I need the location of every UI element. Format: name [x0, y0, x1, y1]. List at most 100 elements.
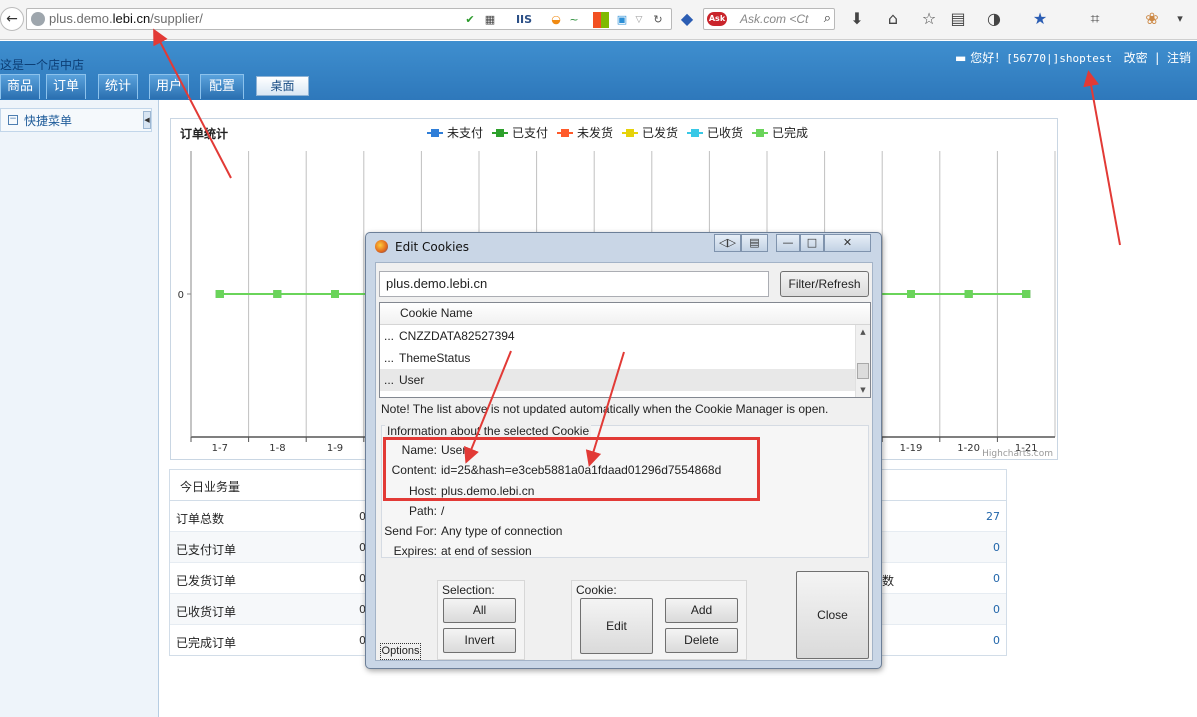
url-bar[interactable]: plus.demo.lebi.cn/supplier/ ✔ ▦ IIS ◒ ~ … [26, 8, 672, 30]
options-button[interactable]: Options [380, 643, 421, 660]
path-label: Path: [408, 504, 437, 518]
dropdown-icon[interactable]: ▽ [633, 12, 645, 28]
info-title: Information about the selected Cookie [385, 424, 592, 438]
back-arrow-icon[interactable]: ← [0, 7, 24, 31]
list-item[interactable]: ... CNZZDATA82527394 [380, 325, 856, 347]
firebug-icon[interactable]: ❀ [1142, 10, 1162, 28]
row-label: 已发货订单 [176, 574, 237, 588]
row-right-value[interactable]: 0 [993, 541, 1000, 554]
row-right-value[interactable]: 0 [993, 572, 1000, 585]
bookmark-star-icon[interactable]: ☆ [919, 10, 939, 28]
cookie-list: Cookie Name ... CNZZDATA82527394 ... Theme… [379, 302, 871, 398]
qrcode-icon[interactable]: ▦ [483, 12, 497, 28]
row-right-value[interactable]: 0 [993, 603, 1000, 616]
host-filter-input[interactable]: plus.demo.lebi.cn [379, 271, 769, 297]
tab-orders[interactable]: 订单 [46, 74, 86, 99]
search-box[interactable]: Ask Ask.com <Ct ⌕ [703, 8, 835, 30]
scroll-up-icon[interactable]: ▲ [856, 325, 870, 339]
weibo-icon[interactable]: IIS [504, 12, 544, 28]
tab-config[interactable]: 配置 [200, 74, 244, 99]
close-button[interactable]: Close [796, 571, 869, 659]
user-greeting: ▬ 您好！[56770|]shoptest 改密 | 注销 [955, 49, 1191, 66]
cookie-list-header[interactable]: Cookie Name [380, 303, 870, 325]
favorites-icon[interactable]: ★ [1030, 10, 1050, 28]
maximize-icon[interactable]: □ [800, 234, 824, 252]
sidebar: − 快捷菜单 ◀ [0, 100, 159, 717]
refresh-icon[interactable]: ↻ [651, 12, 665, 28]
close-icon[interactable]: ✕ [824, 234, 871, 252]
filter-refresh-button[interactable]: Filter/Refresh [780, 271, 869, 297]
browser-toolbar: ← plus.demo.lebi.cn/supplier/ ✔ ▦ IIS ◒ … [0, 0, 1197, 40]
greeting-text: 您好！ [970, 51, 1007, 65]
search-icon[interactable]: ⌕ [824, 11, 831, 26]
scroll-thumb[interactable] [857, 363, 869, 379]
invert-selection-button[interactable]: Invert [443, 628, 516, 653]
legend-marker [691, 129, 699, 137]
quick-menu-label: 快捷菜单 [24, 114, 73, 128]
scroll-down-icon[interactable]: ▼ [856, 383, 870, 397]
edit-cookie-button[interactable]: Edit [580, 598, 653, 654]
translate-icon[interactable]: ◆ [677, 10, 697, 28]
row-right-value[interactable]: 0 [993, 634, 1000, 647]
expander[interactable]: ... [384, 325, 394, 347]
username: [56770|]shoptest [1006, 52, 1113, 65]
chart-credit[interactable]: Highcharts.com [982, 449, 1053, 459]
legend-item: 未发货 [577, 125, 613, 140]
extension-icon[interactable]: ◒ [549, 12, 563, 28]
select-all-button[interactable]: All [443, 598, 516, 623]
selection-group: Selection: All Invert [437, 580, 525, 660]
minimize-icon[interactable]: — [776, 234, 800, 252]
expander[interactable]: ... [384, 347, 394, 369]
row-label: 已收货订单 [176, 605, 237, 619]
addon-label: IIS [515, 13, 533, 26]
send-for-label: Send For: [384, 524, 437, 538]
tab-statistics[interactable]: 统计 [98, 74, 138, 99]
restore-window-icon[interactable]: ▤ [741, 234, 768, 252]
x-tick-label: 1-20 [957, 443, 980, 454]
collapse-box-icon[interactable]: − [8, 115, 18, 125]
column-header: Cookie Name [400, 306, 473, 320]
data-point [1022, 290, 1031, 298]
tab-users[interactable]: 用户 [149, 74, 189, 99]
download-icon[interactable]: ⬇ [847, 10, 867, 28]
note-icon[interactable]: ▣ [615, 12, 629, 28]
quick-menu-header[interactable]: − 快捷菜单 ◀ [0, 108, 152, 132]
delete-cookie-button[interactable]: Delete [665, 628, 738, 653]
shield-check-icon[interactable]: ✔ [463, 12, 477, 28]
expander[interactable]: ... [384, 369, 394, 391]
x-tick-label: 1-8 [269, 443, 285, 454]
home-icon[interactable]: ⌂ [883, 10, 903, 28]
scrollbar[interactable]: ▲ ▼ [855, 325, 870, 397]
x-tick-label: 1-9 [327, 443, 343, 454]
desktop-button[interactable]: 桌面 [256, 76, 309, 96]
sync-icon[interactable]: ◑ [984, 10, 1004, 28]
change-password-link[interactable]: 改密 [1124, 51, 1148, 65]
add-cookie-button[interactable]: Add [665, 598, 738, 623]
legend-marker [756, 129, 764, 137]
list-item-selected[interactable]: ... User [380, 369, 856, 391]
sidebar-collapse-icon[interactable]: ◀ [143, 111, 151, 129]
windows-icon[interactable] [593, 12, 609, 28]
dialog-title: Edit Cookies [395, 240, 470, 254]
search-placeholder: Ask.com <Ct [740, 12, 809, 26]
crop-icon[interactable]: ⌗ [1085, 10, 1105, 28]
firefox-icon [375, 240, 388, 253]
wave-icon[interactable]: ~ [567, 12, 581, 28]
data-point [215, 290, 224, 298]
store-name: 这是一个店中店 [0, 58, 85, 72]
y-tick-label: 0 [178, 290, 184, 301]
cookie-name: CNZZDATA82527394 [399, 329, 515, 343]
list-item[interactable]: ... ThemeStatus [380, 347, 856, 369]
data-point [331, 290, 339, 298]
legend-item: 已完成 [772, 125, 808, 140]
cookie-name: User [399, 373, 425, 387]
dialog-titlebar[interactable]: Edit Cookies ◁▷ ▤ — □ ✕ [366, 233, 881, 261]
resize-icon[interactable]: ◁▷ [714, 234, 741, 252]
row-right-value[interactable]: 27 [986, 510, 1000, 523]
reader-icon[interactable]: ▤ [948, 10, 968, 28]
tab-products[interactable]: 商品 [0, 74, 40, 99]
row-label: 订单总数 [176, 512, 225, 526]
logout-link[interactable]: 注销 [1167, 51, 1191, 65]
legend-marker [431, 129, 439, 137]
menu-icon[interactable]: ▾ [1170, 10, 1190, 28]
